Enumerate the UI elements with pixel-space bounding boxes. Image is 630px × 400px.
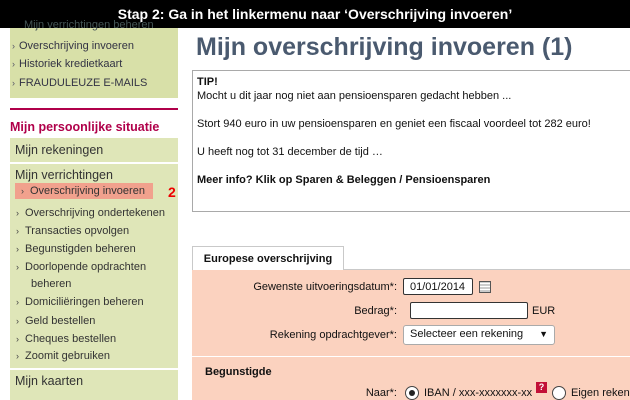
menu-item-historiek[interactable]: › Historiek kredietkaart bbox=[12, 58, 122, 70]
tip-line: Stort 940 euro in uw pensioensparen en g… bbox=[197, 118, 591, 130]
arrow-icon: › bbox=[16, 244, 19, 254]
top-menu-box: Mijn verrichtingen beheren › Overschrijvi… bbox=[10, 19, 178, 98]
submenu-overschrijving-invoeren[interactable]: › Overschrijving invoeren bbox=[15, 183, 153, 199]
tab-europese-overschrijving[interactable]: Europese overschrijving bbox=[192, 246, 344, 270]
help-icon[interactable]: ? bbox=[536, 382, 547, 393]
chevron-down-icon: ▼ bbox=[539, 329, 548, 339]
submenu-domicilieringen[interactable]: › Domiciliëringen beheren bbox=[16, 296, 144, 308]
submenu-cheques-bestellen[interactable]: › Cheques bestellen bbox=[16, 333, 116, 345]
account-select[interactable]: Selecteer een rekening ▼ bbox=[403, 325, 555, 345]
section-title: Mijn persoonlijke situatie bbox=[10, 120, 160, 134]
arrow-icon: › bbox=[16, 262, 19, 272]
menu-header-rekeningen[interactable]: Mijn rekeningen bbox=[15, 143, 103, 157]
date-input[interactable]: 01/01/2014 bbox=[403, 278, 473, 295]
tip-line: Mocht u dit jaar nog niet aan pensioensp… bbox=[197, 90, 512, 102]
own-account-radio-label: Eigen reken bbox=[571, 387, 630, 399]
menu-header-verrichtingen[interactable]: Mijn verrichtingen bbox=[15, 168, 113, 182]
arrow-icon: › bbox=[16, 226, 19, 236]
own-account-radio[interactable] bbox=[552, 386, 566, 400]
to-label: Naar*: bbox=[365, 387, 397, 399]
calendar-icon[interactable] bbox=[479, 281, 491, 293]
iban-radio[interactable] bbox=[405, 386, 419, 400]
step-number: 2 bbox=[168, 184, 176, 200]
tip-heading: TIP! bbox=[197, 76, 218, 88]
currency-label: EUR bbox=[532, 305, 556, 317]
tip-line: U heeft nog tot 31 december de tijd … bbox=[197, 146, 383, 158]
account-label: Rekening opdrachtgever*: bbox=[269, 329, 397, 341]
menu-divider bbox=[10, 162, 178, 164]
menu-item-fraud-emails[interactable]: › FRAUDULEUZE E-MAILS bbox=[12, 77, 147, 89]
submenu-begunstigden[interactable]: › Begunstigden beheren bbox=[16, 243, 136, 255]
section-divider bbox=[10, 108, 178, 110]
iban-radio-label: IBAN / xxx-xxxxxxx-xx bbox=[424, 387, 533, 399]
tip-box: TIP! Mocht u dit jaar nog niet aan pensi… bbox=[192, 70, 630, 212]
arrow-icon: › bbox=[16, 208, 19, 218]
arrow-icon: › bbox=[21, 186, 24, 196]
menu-item-cutoff[interactable]: Mijn verrichtingen beheren bbox=[24, 19, 154, 31]
submenu-geld-bestellen[interactable]: › Geld bestellen bbox=[16, 315, 95, 327]
submenu-doorlopende-opdrachten-cont[interactable]: beheren bbox=[31, 278, 71, 290]
arrow-icon: › bbox=[12, 59, 15, 69]
account-select-value: Selecteer een rekening bbox=[410, 328, 524, 340]
submenu-doorlopende-opdrachten[interactable]: › Doorlopende opdrachten bbox=[16, 261, 146, 273]
date-label: Gewenste uitvoeringsdatum*: bbox=[253, 281, 397, 293]
menu-header-kaarten[interactable]: Mijn kaarten bbox=[15, 374, 83, 388]
arrow-icon: › bbox=[12, 41, 15, 51]
submenu-overschrijving-ondertekenen[interactable]: › Overschrijving ondertekenen bbox=[16, 207, 165, 219]
left-menu: Mijn verrichtingen beheren › Overschrijvi… bbox=[10, 19, 178, 400]
beneficiary-heading: Begunstigde bbox=[205, 366, 272, 378]
submenu-zoomit[interactable]: › Zoomit gebruiken bbox=[16, 350, 110, 362]
menu-item-overschrijving[interactable]: › Overschrijving invoeren bbox=[12, 40, 134, 52]
form-divider bbox=[192, 356, 630, 357]
page-title: Mijn overschrijving invoeren (1) bbox=[196, 33, 573, 61]
arrow-icon: › bbox=[16, 297, 19, 307]
tip-more-info: Meer info? Klik op Sparen & Beleggen / P… bbox=[197, 174, 491, 186]
menu-divider bbox=[10, 368, 178, 370]
arrow-icon: › bbox=[16, 316, 19, 326]
submenu-transacties[interactable]: › Transacties opvolgen bbox=[16, 225, 129, 237]
arrow-icon: › bbox=[16, 334, 19, 344]
amount-input[interactable] bbox=[410, 302, 528, 319]
amount-label: Bedrag*: bbox=[354, 305, 397, 317]
arrow-icon: › bbox=[12, 78, 15, 88]
arrow-icon: › bbox=[16, 351, 19, 361]
